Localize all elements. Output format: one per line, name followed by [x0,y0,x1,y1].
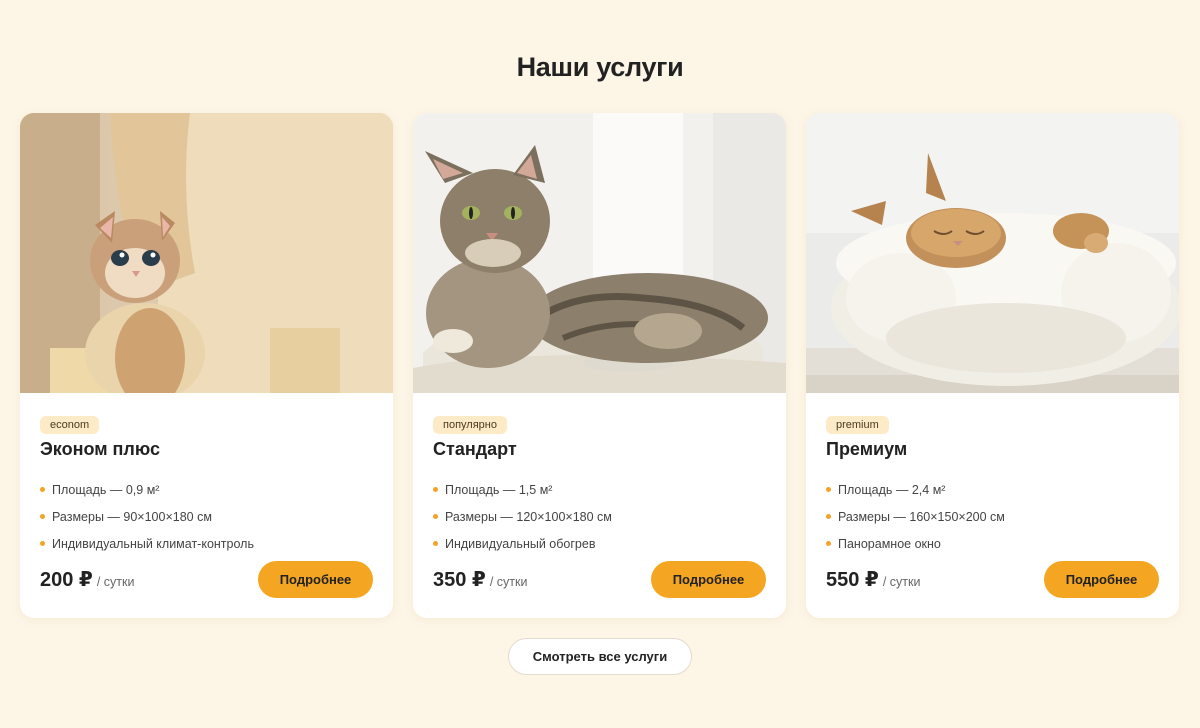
feature-item: Площадь — 1,5 м² [433,480,766,507]
bullet-dot-icon [433,514,438,519]
price-unit: / сутки [96,575,135,589]
service-card-standard: популярно Стандарт Площадь — 1,5 м² Разм… [413,113,786,618]
bullet-dot-icon [826,487,831,492]
price-value: 350 ₽ [433,569,486,591]
bullet-dot-icon [433,541,438,546]
feature-text: Индивидуальный обогрев [445,537,596,551]
all-services-button[interactable]: Смотреть все услуги [508,638,692,675]
feature-text: Площадь — 2,4 м² [838,483,946,497]
feature-item: Размеры — 160×150×200 см [826,507,1159,534]
price-row: 200 ₽ / сутки Подробнее [40,561,373,598]
price-value: 200 ₽ [40,569,93,591]
feature-item: Размеры — 120×100×180 см [433,507,766,534]
price-row: 550 ₽ / сутки Подробнее [826,561,1159,598]
feature-list: Площадь — 2,4 м² Размеры — 160×150×200 с… [826,480,1159,561]
feature-text: Размеры — 160×150×200 см [838,510,1005,524]
feature-item: Индивидуальный климат-контроль [40,534,373,561]
details-button[interactable]: Подробнее [258,561,373,598]
bullet-dot-icon [40,541,45,546]
price-unit: / сутки [489,575,528,589]
card-title: Стандарт [433,439,517,459]
feature-text: Площадь — 1,5 м² [445,483,553,497]
bullet-dot-icon [826,514,831,519]
feature-text: Индивидуальный климат-контроль [52,537,254,551]
feature-text: Размеры — 90×100×180 см [52,510,212,524]
feature-text: Площадь — 0,9 м² [52,483,160,497]
service-cards: econom Эконом плюс Площадь — 0,9 м² Разм… [20,113,1179,618]
bullet-dot-icon [433,487,438,492]
card-title: Премиум [826,439,908,459]
price: 350 ₽ / сутки [433,567,527,592]
feature-item: Индивидуальный обогрев [433,534,766,561]
service-card-econom: econom Эконом плюс Площадь — 0,9 м² Разм… [20,113,393,618]
feature-item: Панорамное окно [826,534,1159,561]
bullet-dot-icon [40,514,45,519]
feature-list: Площадь — 0,9 м² Размеры — 90×100×180 см… [40,480,373,561]
feature-item: Размеры — 90×100×180 см [40,507,373,534]
details-button[interactable]: Подробнее [651,561,766,598]
feature-text: Размеры — 120×100×180 см [445,510,612,524]
feature-text: Панорамное окно [838,537,941,551]
service-card-premium: premium Премиум Площадь — 2,4 м² Размеры… [806,113,1179,618]
price: 200 ₽ / сутки [40,567,134,592]
bullet-dot-icon [40,487,45,492]
tabby-cat-on-cushion-photo [413,113,786,393]
tier-badge: econom [40,416,100,434]
tier-badge: premium [826,416,889,434]
feature-item: Площадь — 2,4 м² [826,480,1159,507]
price: 550 ₽ / сутки [826,567,920,592]
price-value: 550 ₽ [826,569,879,591]
price-unit: / сутки [882,575,921,589]
feature-item: Площадь — 0,9 м² [40,480,373,507]
feature-list: Площадь — 1,5 м² Размеры — 120×100×180 с… [433,480,766,561]
section-title: Наши услуги [516,52,684,82]
cat-sleeping-in-fluffy-bed-photo [806,113,1179,393]
price-row: 350 ₽ / сутки Подробнее [433,561,766,598]
tier-badge: популярно [433,416,507,434]
kitten-in-cat-tree-photo [20,113,393,393]
card-title: Эконом плюс [40,439,160,459]
bullet-dot-icon [826,541,831,546]
details-button[interactable]: Подробнее [1044,561,1159,598]
